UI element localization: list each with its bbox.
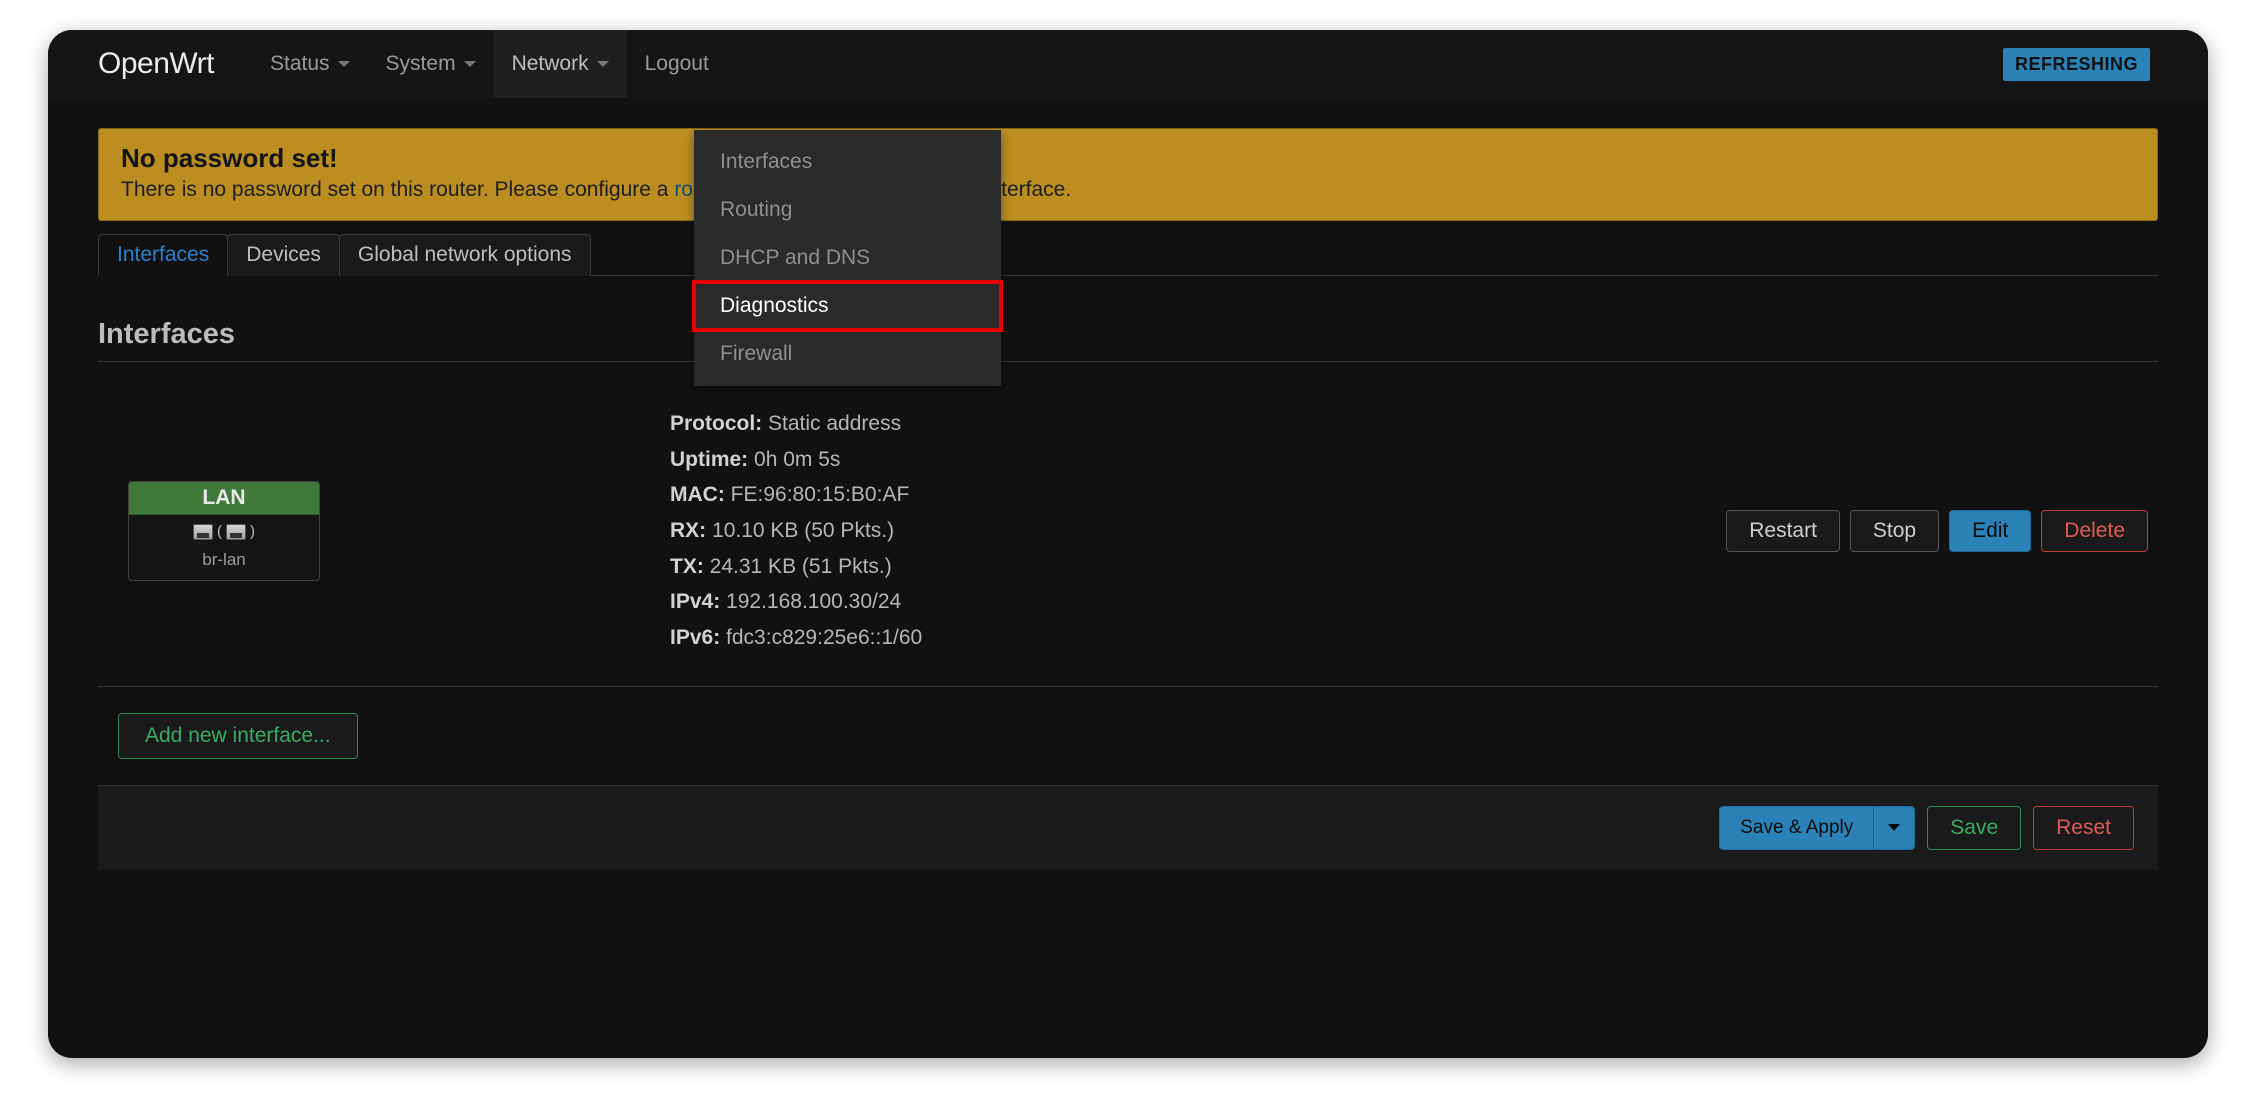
ethernet-icon <box>193 524 213 540</box>
uptime-label: Uptime: <box>670 448 748 471</box>
edit-button[interactable]: Edit <box>1949 510 2031 552</box>
top-navbar: OpenWrt Status System Network Logout REF… <box>48 30 2208 98</box>
chevron-down-icon <box>464 61 476 67</box>
uptime-value: 0h 0m 5s <box>754 448 840 471</box>
reset-button[interactable]: Reset <box>2033 806 2134 850</box>
nav-network[interactable]: Network <box>494 30 627 98</box>
save-apply-split-button: Save & Apply <box>1719 806 1915 850</box>
nav-status-label: Status <box>270 52 330 76</box>
alert-title: No password set! <box>121 143 2135 174</box>
chevron-down-icon <box>338 61 350 67</box>
menu-item-interfaces[interactable]: Interfaces <box>694 138 1001 186</box>
alert-text-before: There is no password set on this router.… <box>121 178 674 201</box>
rx-value: 10.10 KB (50 Pkts.) <box>712 519 894 542</box>
brand-text: OpenWrt <box>98 47 214 80</box>
ipv4-label: IPv4: <box>670 590 720 613</box>
interface-device-icons: ( ) <box>193 523 255 540</box>
nav-logout-label: Logout <box>645 52 709 76</box>
delete-button[interactable]: Delete <box>2041 510 2148 552</box>
alert-text: There is no password set on this router.… <box>121 178 2135 202</box>
mac-value: FE:96:80:15:B0:AF <box>731 483 910 506</box>
nav-system-label: System <box>386 52 456 76</box>
tx-label: TX: <box>670 555 704 578</box>
interface-badge-body: ( ) br-lan <box>129 515 319 580</box>
rx-label: RX: <box>670 519 706 542</box>
menu-item-dhcp-dns[interactable]: DHCP and DNS <box>694 234 1001 282</box>
nav-system[interactable]: System <box>368 30 494 98</box>
interface-zone-label: LAN <box>129 482 319 515</box>
mac-label: MAC: <box>670 483 725 506</box>
footer-actions: Save & Apply Save Reset <box>98 786 2158 870</box>
save-apply-button[interactable]: Save & Apply <box>1720 807 1873 849</box>
interface-row-lan: LAN ( ) br-lan Protocol: Static address … <box>98 376 2158 687</box>
tab-devices[interactable]: Devices <box>227 234 340 276</box>
protocol-label: Protocol: <box>670 412 762 435</box>
network-dropdown: Interfaces Routing DHCP and DNS Diagnost… <box>694 130 1001 386</box>
stop-button[interactable]: Stop <box>1850 510 1939 552</box>
ipv4-value: 192.168.100.30/24 <box>726 590 901 613</box>
ethernet-icon <box>226 524 246 540</box>
content-area: No password set! There is no password se… <box>48 98 2208 870</box>
chevron-down-icon <box>1888 824 1900 831</box>
chevron-down-icon <box>597 61 609 67</box>
no-password-alert: No password set! There is no password se… <box>98 128 2158 221</box>
ipv6-value: fdc3:c829:25e6::1/60 <box>726 626 922 649</box>
interface-device-name: br-lan <box>129 550 319 570</box>
page-title: Interfaces <box>98 318 2158 362</box>
save-apply-dropdown-button[interactable] <box>1873 807 1914 849</box>
paren-close: ) <box>250 523 255 540</box>
nav-network-label: Network <box>512 52 589 76</box>
menu-item-routing[interactable]: Routing <box>694 186 1001 234</box>
ipv6-label: IPv6: <box>670 626 720 649</box>
interface-details: Protocol: Static address Uptime: 0h 0m 5… <box>670 406 1726 656</box>
refreshing-indicator: REFRESHING <box>2003 48 2150 81</box>
add-interface-section: Add new interface... <box>98 687 2158 786</box>
menu-item-diagnostics[interactable]: Diagnostics <box>694 282 1001 330</box>
interface-actions: Restart Stop Edit Delete <box>1726 510 2148 552</box>
protocol-value: Static address <box>768 412 901 435</box>
nav-status[interactable]: Status <box>252 30 368 98</box>
add-new-interface-button[interactable]: Add new interface... <box>118 713 358 759</box>
subnav-tabs: Interfaces Devices Global network option… <box>98 233 2158 276</box>
tab-interfaces[interactable]: Interfaces <box>98 234 228 276</box>
save-button[interactable]: Save <box>1927 806 2021 850</box>
app-window: OpenWrt Status System Network Logout REF… <box>48 30 2208 1058</box>
menu-item-firewall[interactable]: Firewall <box>694 330 1001 378</box>
brand: OpenWrt <box>98 47 214 81</box>
paren-open: ( <box>217 523 222 540</box>
nav-logout[interactable]: Logout <box>627 30 727 98</box>
interface-badge: LAN ( ) br-lan <box>128 481 320 581</box>
restart-button[interactable]: Restart <box>1726 510 1840 552</box>
tx-value: 24.31 KB (51 Pkts.) <box>710 555 892 578</box>
tab-global-network-options[interactable]: Global network options <box>339 234 591 276</box>
